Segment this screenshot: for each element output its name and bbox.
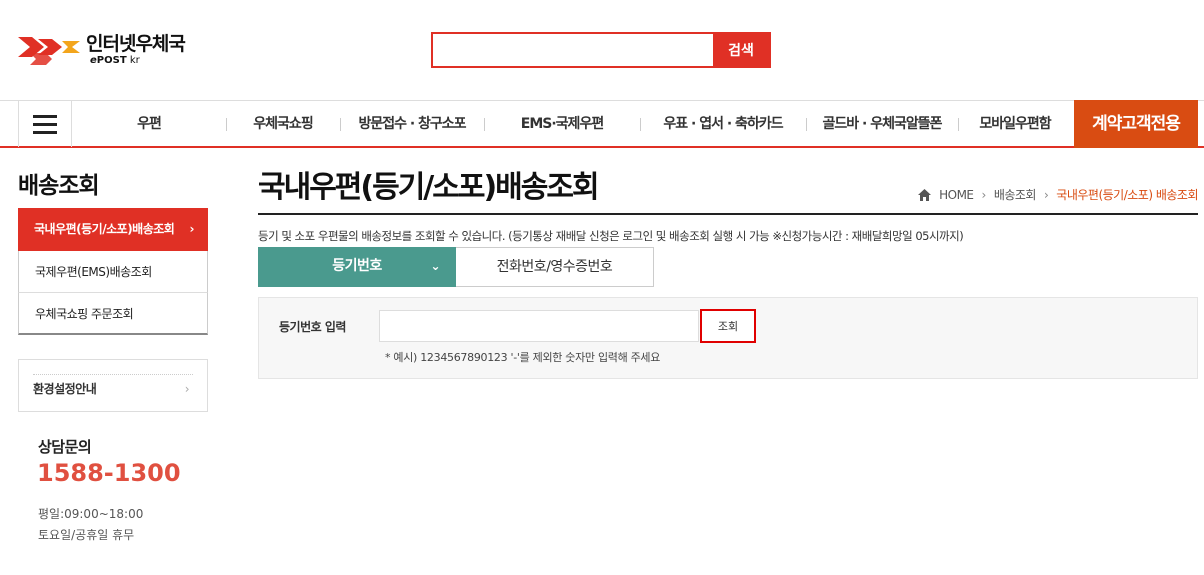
breadcrumb-level1[interactable]: 배송조회 — [994, 186, 1037, 203]
sidebar-item-shopping-orders[interactable]: 우체국쇼핑 주문조회 — [18, 293, 208, 335]
epost-logo[interactable]: 인터넷우체국 ePOST kr — [18, 30, 208, 70]
customer-service-hours-weekend: 토요일/공휴일 휴무 — [38, 528, 135, 542]
search-box: 검색 — [431, 32, 771, 68]
hamburger-menu-icon[interactable] — [18, 101, 72, 147]
nav-item-shopping[interactable]: 우체국쇼핑 — [226, 101, 340, 147]
search-button[interactable]: 검색 — [713, 34, 769, 66]
sidebar-item-domestic-tracking[interactable]: 국내우편(등기/소포)배송조회 › — [18, 208, 208, 251]
home-icon — [918, 188, 932, 201]
customer-service-title: 상담문의 — [38, 438, 92, 456]
chevron-right-icon: › — [1043, 187, 1049, 202]
breadcrumb-current: 국내우편(등기/소포) 배송조회 — [1056, 188, 1198, 202]
tracking-form: 등기번호 입력 조회 * 예시) 1234567890123 '-'를 제외한 … — [258, 297, 1198, 379]
tab-phone-receipt-number[interactable]: 전화번호/영수증번호 — [456, 247, 654, 287]
customer-service-hours-weekday: 평일:09:00~18:00 — [38, 507, 144, 521]
epost-logo-icon — [18, 37, 80, 65]
nav-item-ems[interactable]: EMS·국제우편 — [484, 101, 640, 147]
nav-item-mobile-mailbox[interactable]: 모바일우편함 — [958, 101, 1072, 147]
tab-label: 등기번호 — [332, 258, 382, 274]
chevron-right-icon: › — [184, 382, 190, 396]
contract-customer-button[interactable]: 계약고객전용 — [1074, 100, 1198, 148]
tab-registered-number[interactable]: 등기번호 ⌄ — [258, 247, 456, 287]
sidebar-item-label: 국제우편(EMS)배송조회 — [35, 265, 152, 279]
page-title: 국내우편(등기/소포)배송조회 — [258, 170, 600, 205]
page-description: 등기 및 소포 우편물의 배송정보를 조회할 수 있습니다. (등기통상 재배달… — [258, 229, 964, 243]
sidebar-title: 배송조회 — [18, 173, 100, 199]
tracking-number-hint: * 예시) 1234567890123 '-'를 제외한 숫자만 입력해 주세요 — [385, 351, 661, 364]
nav-item-pickup[interactable]: 방문접수 · 창구소포 — [340, 101, 484, 147]
nav-item-mail[interactable]: 우편 — [72, 101, 226, 147]
nav-item-stamps[interactable]: 우표 · 엽서 · 축하카드 — [640, 101, 806, 147]
tracking-number-label: 등기번호 입력 — [279, 320, 346, 334]
search-input[interactable] — [433, 34, 713, 66]
sidebar-menu: 국내우편(등기/소포)배송조회 › 국제우편(EMS)배송조회 우체국쇼핑 주문… — [18, 208, 208, 335]
breadcrumb: HOME › 배송조회 › 국내우편(등기/소포) 배송조회 — [918, 186, 1198, 203]
search-type-tabs: 등기번호 ⌄ 전화번호/영수증번호 — [258, 247, 654, 287]
chevron-down-icon: ⌄ — [430, 259, 440, 273]
title-divider — [258, 213, 1198, 215]
logo-subtitle: ePOST kr — [90, 54, 140, 66]
tracking-number-input[interactable] — [379, 310, 699, 342]
breadcrumb-home[interactable]: HOME — [939, 188, 974, 202]
logo-title: 인터넷우체국 — [86, 32, 186, 55]
sidebar-item-label: 국내우편(등기/소포)배송조회 — [34, 222, 175, 236]
environment-settings-link[interactable]: 환경설정안내 — [33, 382, 97, 396]
global-nav: 우편 우체국쇼핑 방문접수 · 창구소포 EMS·국제우편 우표 · 엽서 · … — [0, 100, 1204, 148]
environment-settings-box[interactable]: 환경설정안내 › — [18, 359, 208, 412]
query-button[interactable]: 조회 — [700, 309, 756, 343]
chevron-right-icon: › — [981, 187, 987, 202]
sidebar-item-label: 우체국쇼핑 주문조회 — [35, 307, 134, 321]
customer-service-phone: 1588-1300 — [37, 459, 181, 487]
chevron-right-icon: › — [189, 222, 195, 236]
sidebar-item-ems-tracking[interactable]: 국제우편(EMS)배송조회 — [18, 251, 208, 293]
nav-item-goldbar[interactable]: 골드바 · 우체국알뜰폰 — [806, 101, 958, 147]
